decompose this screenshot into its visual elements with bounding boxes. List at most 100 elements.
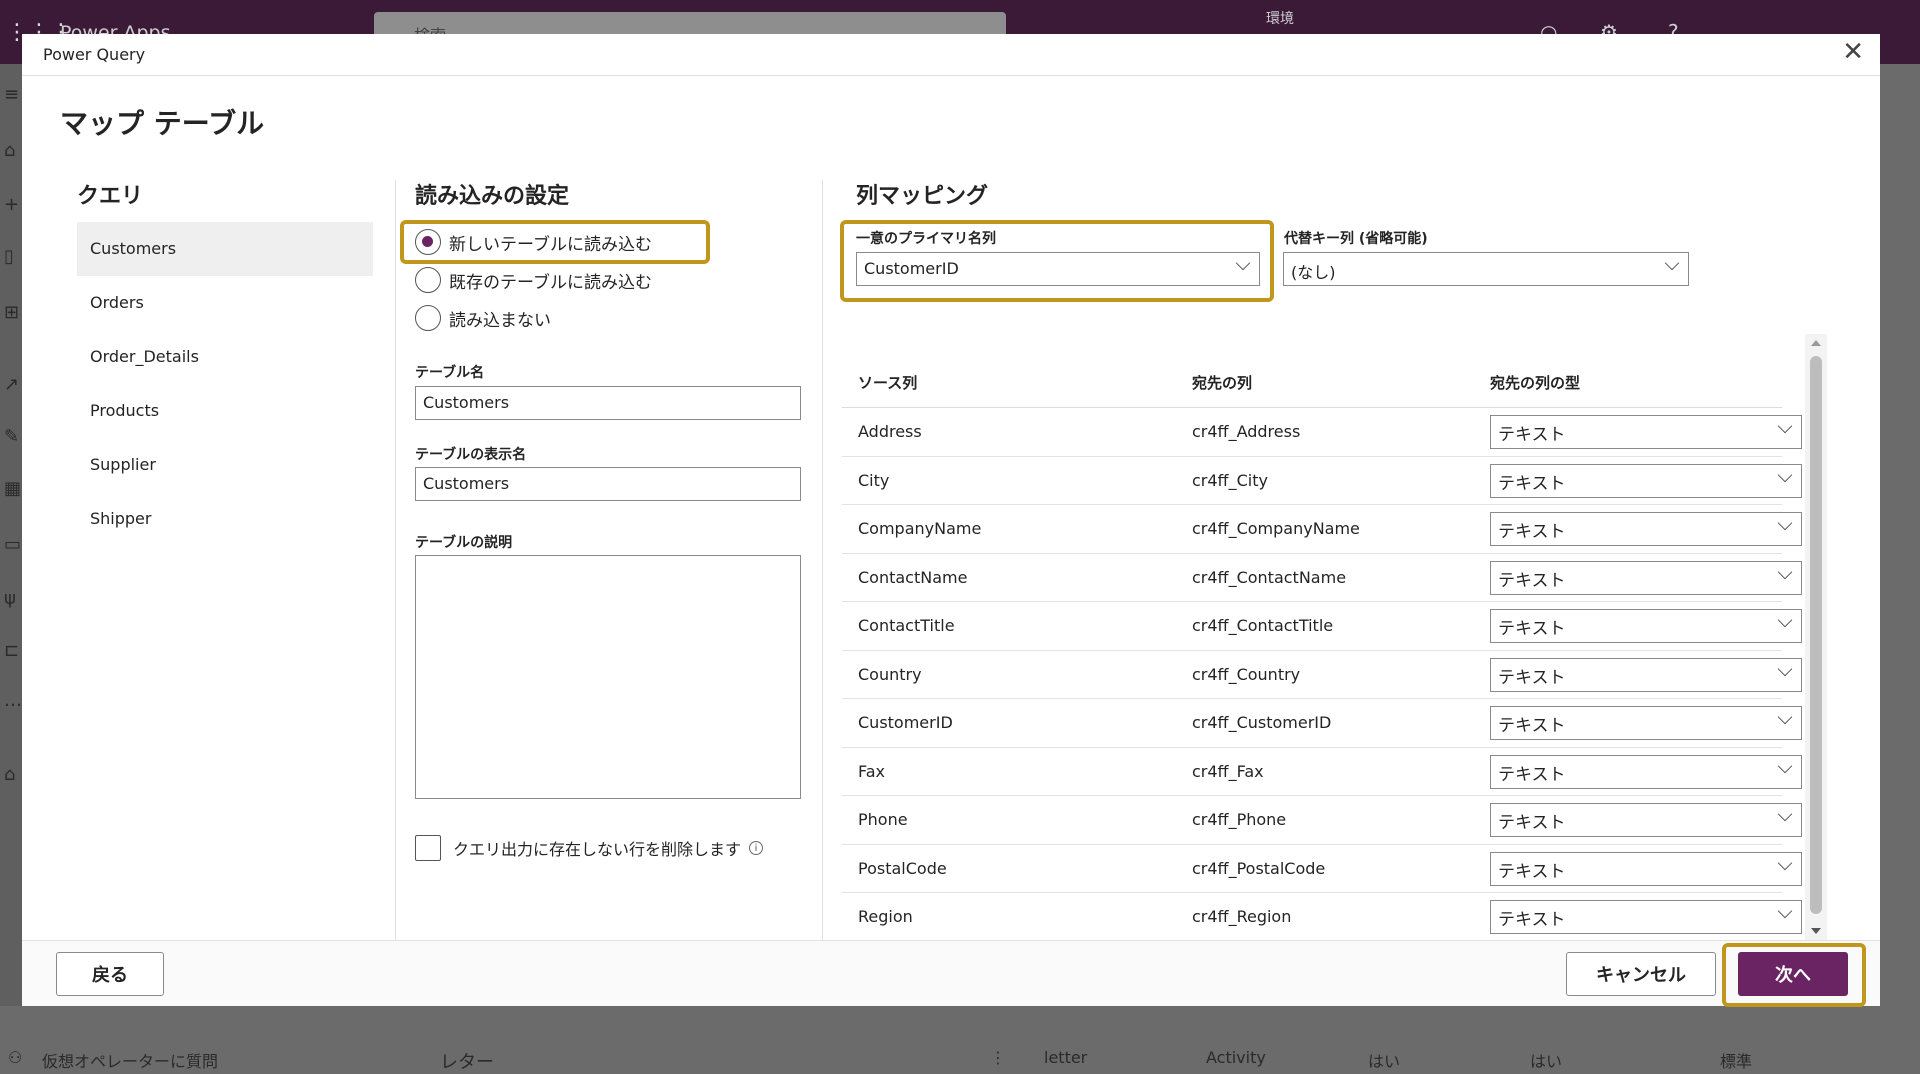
source-column: CustomerID [858, 713, 953, 732]
table-icon[interactable]: ▦ [4, 478, 21, 499]
primary-key-label: 一意のプライマリ名列 [856, 231, 996, 247]
table-row: CompanyName cr4ff_CompanyName テキスト [842, 505, 1802, 554]
table-name-label: テーブル名 [415, 365, 485, 381]
load-settings-title: 読み込みの設定 [415, 184, 570, 209]
query-item[interactable]: Products [77, 384, 373, 438]
folder-icon[interactable]: ▭ [4, 534, 21, 555]
divider [395, 180, 396, 940]
description-textarea[interactable] [415, 555, 801, 799]
table-row: Address cr4ff_Address テキスト [842, 408, 1802, 457]
plug-icon[interactable]: ψ [4, 588, 16, 609]
type-value: テキスト [1498, 861, 1566, 882]
type-dropdown[interactable]: テキスト [1490, 657, 1802, 692]
display-name-input[interactable]: Customers [415, 467, 801, 501]
chevron-down-icon [1777, 612, 1793, 628]
close-icon[interactable]: ✕ [1842, 37, 1864, 67]
table-row: CustomerID cr4ff_CustomerID テキスト [842, 699, 1802, 748]
book-icon[interactable]: ▯ [4, 246, 14, 267]
pen-icon[interactable]: ✎ [4, 426, 19, 447]
delete-rows-label: クエリ出力に存在しない行を削除します [453, 840, 742, 859]
delete-rows-checkbox[interactable] [415, 835, 441, 861]
menu-icon[interactable]: ≡ [4, 84, 19, 105]
type-dropdown[interactable]: テキスト [1490, 706, 1802, 740]
type-dropdown[interactable]: テキスト [1490, 900, 1802, 934]
radio-button[interactable] [415, 305, 441, 331]
scroll-up-icon[interactable] [1811, 340, 1821, 346]
radio-existing-table[interactable]: 既存のテーブルに読み込む [415, 265, 652, 295]
app-left-nav: ≡ ⌂ + ▯ ⊞ ↗ ✎ ▦ ▭ ψ ⊏ … ⌂ [0, 64, 24, 1074]
radio-label: 読み込まない [449, 310, 551, 331]
scroll-thumb[interactable] [1810, 356, 1822, 914]
alternate-key-label: 代替キー列 (省略可能) [1284, 231, 1428, 247]
delete-rows-option[interactable]: クエリ出力に存在しない行を削除します i [415, 835, 764, 861]
type-value: テキスト [1498, 764, 1566, 785]
bg-row-col1: letter [1044, 1048, 1088, 1067]
type-dropdown[interactable]: テキスト [1490, 415, 1802, 449]
type-dropdown[interactable]: テキスト [1490, 609, 1802, 643]
source-column: Region [858, 907, 913, 926]
plus-icon[interactable]: + [4, 194, 19, 215]
query-item[interactable]: Supplier [77, 438, 373, 492]
agent-icon[interactable]: ⌂ [4, 764, 15, 785]
grid-icon[interactable]: ⊞ [4, 302, 19, 323]
destination-column: cr4ff_Fax [1192, 761, 1264, 781]
type-dropdown[interactable]: テキスト [1490, 463, 1802, 498]
query-item[interactable]: Orders [77, 276, 373, 330]
power-query-dialog: Power Query ✕ マップ テーブル クエリ Customers Ord… [22, 34, 1880, 1007]
query-item[interactable]: Shipper [77, 492, 373, 546]
back-button[interactable]: 戻る [56, 952, 164, 996]
chevron-down-icon [1777, 515, 1793, 531]
radio-new-table[interactable]: 新しいテーブルに読み込む [415, 227, 652, 257]
primary-key-value: CustomerID [864, 259, 959, 278]
table-name-input[interactable]: Customers [415, 386, 801, 420]
type-dropdown[interactable]: テキスト [1490, 803, 1802, 837]
cancel-button[interactable]: キャンセル [1566, 952, 1716, 996]
queries-title: クエリ [77, 184, 144, 209]
type-dropdown[interactable]: テキスト [1490, 754, 1802, 789]
description-label: テーブルの説明 [415, 535, 513, 551]
primary-key-dropdown[interactable]: CustomerID [856, 252, 1260, 286]
source-column: Address [858, 422, 922, 441]
bg-row-more-icon[interactable]: ⋮ [990, 1048, 1006, 1067]
table-row: Phone cr4ff_Phone テキスト [842, 796, 1802, 845]
type-dropdown[interactable]: テキスト [1490, 851, 1802, 886]
more-icon[interactable]: … [4, 690, 22, 711]
home-icon[interactable]: ⌂ [4, 140, 15, 161]
source-column: CompanyName [858, 519, 982, 538]
alternate-key-dropdown[interactable]: (なし) [1283, 252, 1689, 286]
chevron-down-icon [1777, 418, 1793, 434]
chart-icon[interactable]: ↗ [4, 374, 19, 395]
source-column: ContactName [858, 567, 968, 587]
table-row: Region cr4ff_Region テキスト [842, 893, 1802, 942]
environment-label: 環境 [1266, 11, 1294, 27]
table-row: PostalCode cr4ff_PostalCode テキスト [842, 845, 1802, 893]
mapping-scrollbar[interactable] [1805, 334, 1827, 940]
radio-button[interactable] [415, 229, 441, 255]
display-name-label: テーブルの表示名 [415, 447, 527, 463]
chevron-down-icon [1235, 255, 1251, 271]
query-list: Customers Orders Order_Details Products … [77, 222, 373, 546]
column-mapping-title: 列マッピング [856, 184, 989, 209]
type-dropdown[interactable]: テキスト [1490, 512, 1802, 546]
person-icon: ⚇ [8, 1048, 23, 1067]
flow-icon[interactable]: ⊏ [4, 640, 19, 661]
query-item[interactable]: Customers [77, 222, 373, 276]
radio-button[interactable] [415, 267, 441, 293]
table-row: City cr4ff_City テキスト [842, 457, 1802, 505]
table-row: Fax cr4ff_Fax テキスト [842, 748, 1802, 796]
info-icon[interactable]: i [749, 841, 764, 855]
type-value: テキスト [1498, 619, 1566, 639]
chevron-down-icon [1777, 564, 1793, 579]
alternate-key-value: (なし) [1291, 263, 1336, 282]
radio-do-not-load[interactable]: 読み込まない [415, 303, 551, 333]
query-item[interactable]: Order_Details [77, 330, 373, 384]
next-button[interactable]: 次へ [1738, 952, 1848, 996]
bg-row-col3: はい [1368, 1052, 1401, 1071]
ask-agent-link[interactable]: 仮想オペレーターに質問 [42, 1048, 218, 1072]
bg-row-col4: はい [1530, 1052, 1563, 1071]
dialog-title: Power Query [43, 45, 146, 64]
destination-column: cr4ff_Phone [1192, 810, 1287, 829]
type-dropdown[interactable]: テキスト [1490, 560, 1802, 595]
scroll-down-icon[interactable] [1811, 928, 1821, 934]
source-column: Country [858, 664, 922, 684]
